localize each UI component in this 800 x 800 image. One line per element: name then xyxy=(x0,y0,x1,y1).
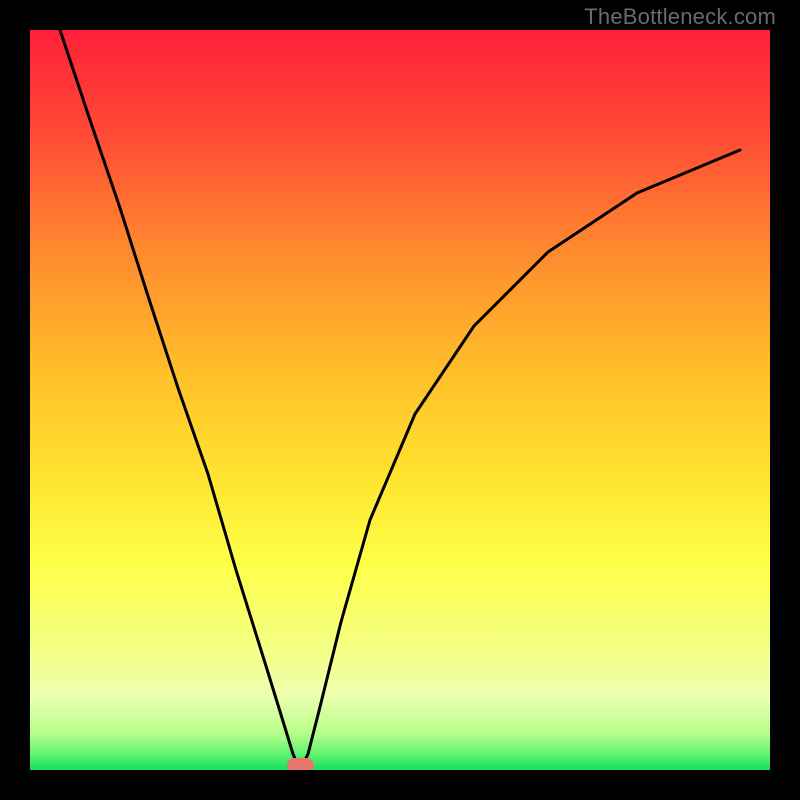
plot-area xyxy=(30,30,770,770)
watermark-text: TheBottleneck.com xyxy=(584,4,776,30)
bottleneck-curve xyxy=(30,30,770,770)
optimum-marker xyxy=(287,758,314,770)
chart-frame: TheBottleneck.com xyxy=(0,0,800,800)
